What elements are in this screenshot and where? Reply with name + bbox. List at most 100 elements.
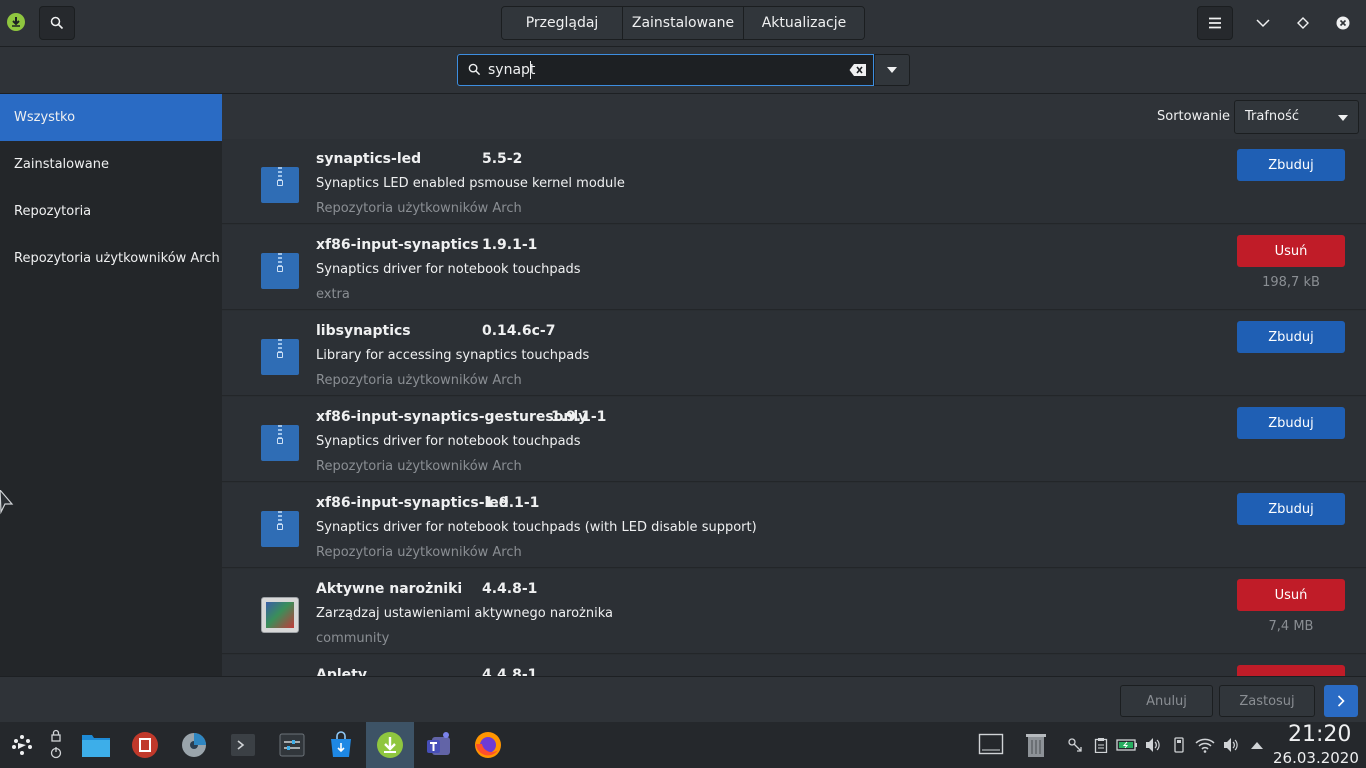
package-row[interactable]: synaptics-led 5.5-2 Synaptics LED enable… bbox=[222, 139, 1366, 224]
system-settings-icon[interactable] bbox=[276, 729, 308, 761]
tab-browse[interactable]: Przeglądaj bbox=[502, 7, 623, 39]
volume-icon[interactable] bbox=[1144, 736, 1162, 754]
search-input-value: synapt bbox=[488, 62, 536, 78]
search-icon bbox=[50, 16, 64, 30]
taskbar: 21:20 26.03.2020 bbox=[0, 722, 1366, 768]
close-icon bbox=[1336, 16, 1350, 30]
clear-text-icon[interactable] bbox=[849, 63, 867, 77]
chevron-down-icon bbox=[1256, 19, 1270, 28]
search-input[interactable]: synapt bbox=[457, 54, 874, 86]
action-bar: Anuluj Zastosuj bbox=[0, 676, 1366, 722]
package-description: Library for accessing synaptics touchpad… bbox=[316, 348, 590, 363]
package-name: xf86-input-synaptics bbox=[316, 237, 479, 253]
package-description: Zarządzaj ustawieniami aktywnego narożni… bbox=[316, 606, 613, 621]
mouse-cursor-icon bbox=[0, 490, 14, 515]
package-archive-icon bbox=[261, 253, 299, 289]
clipboard-icon[interactable] bbox=[1092, 736, 1110, 754]
sort-value: Trafność bbox=[1245, 109, 1300, 124]
pamac-task-icon[interactable] bbox=[374, 729, 406, 761]
tab-updates[interactable]: Aktualizacje bbox=[744, 7, 864, 39]
package-version: 4.4.8-1 bbox=[482, 581, 538, 597]
package-repo: Repozytoria użytkowników Arch bbox=[316, 459, 522, 474]
search-toggle-button[interactable] bbox=[39, 6, 75, 40]
firefox-icon[interactable] bbox=[472, 729, 504, 761]
package-size: 7,4 MB bbox=[1268, 619, 1314, 634]
package-version: 1.9.1-1 bbox=[482, 237, 538, 253]
view-tabs: Przeglądaj Zainstalowane Aktualizacje bbox=[501, 6, 865, 40]
package-version: 5.5-2 bbox=[482, 151, 523, 167]
package-version: 1.9.1-1 bbox=[484, 495, 540, 511]
package-archive-icon bbox=[261, 425, 299, 461]
package-row[interactable]: libsynaptics 0.14.6c-7 Library for acces… bbox=[222, 311, 1366, 396]
diamond-icon bbox=[1297, 17, 1309, 29]
sidebar-item-aur[interactable]: Repozytoria użytkowników Arch bbox=[0, 235, 222, 282]
next-button[interactable] bbox=[1324, 685, 1358, 717]
triangle-down-icon bbox=[887, 67, 897, 73]
office-icon[interactable] bbox=[129, 729, 161, 761]
pamac-logo-icon bbox=[7, 13, 25, 31]
usb-device-icon[interactable] bbox=[1170, 736, 1188, 754]
network-manager-icon[interactable] bbox=[1066, 736, 1084, 754]
package-description: Synaptics driver for notebook touchpads … bbox=[316, 520, 757, 535]
package-row[interactable]: Aktywne narożniki 4.4.8-1 Zarządzaj usta… bbox=[222, 569, 1366, 654]
package-description: Synaptics driver for notebook touchpads bbox=[316, 434, 581, 449]
sidebar: Wszystko Zainstalowane Repozytoria Repoz… bbox=[0, 94, 222, 676]
remove-button[interactable]: Usuń bbox=[1237, 579, 1345, 611]
package-row[interactable]: Aplety 4.4.8-1 bbox=[222, 655, 1366, 676]
audio-icon[interactable] bbox=[1222, 736, 1240, 754]
lock-logout-widget[interactable] bbox=[44, 729, 68, 761]
minimize-button[interactable] bbox=[1253, 13, 1273, 33]
clock-time[interactable]: 21:20 bbox=[1288, 722, 1351, 747]
sort-label: Sortowanie bbox=[1157, 109, 1231, 124]
sidebar-item-repositories[interactable]: Repozytoria bbox=[0, 188, 222, 235]
maximize-button[interactable] bbox=[1293, 13, 1313, 33]
build-button[interactable]: Zbuduj bbox=[1237, 321, 1345, 353]
file-manager-icon[interactable] bbox=[80, 729, 112, 761]
remove-button[interactable] bbox=[1237, 665, 1345, 676]
clock-date[interactable]: 26.03.2020 bbox=[1273, 749, 1359, 767]
package-description: Synaptics LED enabled psmouse kernel mod… bbox=[316, 176, 625, 191]
package-repo: Repozytoria użytkowników Arch bbox=[316, 545, 522, 560]
menu-button[interactable] bbox=[1197, 6, 1233, 40]
search-options-dropdown[interactable] bbox=[874, 54, 910, 86]
software-store-icon[interactable] bbox=[325, 729, 357, 761]
package-name: Aplety bbox=[316, 667, 367, 676]
build-button[interactable]: Zbuduj bbox=[1237, 407, 1345, 439]
trash-icon[interactable] bbox=[1024, 732, 1048, 758]
show-desktop-icon[interactable] bbox=[978, 733, 1004, 757]
package-archive-icon bbox=[261, 167, 299, 203]
close-button[interactable] bbox=[1333, 13, 1353, 33]
cancel-button[interactable]: Anuluj bbox=[1120, 685, 1213, 717]
apply-button[interactable]: Zastosuj bbox=[1219, 685, 1315, 717]
package-name: xf86-input-synaptics-led bbox=[316, 495, 509, 511]
wifi-icon[interactable] bbox=[1194, 736, 1216, 754]
teams-icon[interactable] bbox=[423, 729, 455, 761]
terminal-icon[interactable] bbox=[227, 729, 259, 761]
build-button[interactable]: Zbuduj bbox=[1237, 149, 1345, 181]
package-row[interactable]: xf86-input-synaptics 1.9.1-1 Synaptics d… bbox=[222, 225, 1366, 310]
package-row[interactable]: xf86-input-synaptics-gesturesonly 1.9.1-… bbox=[222, 397, 1366, 482]
screen-edges-icon bbox=[261, 597, 299, 633]
build-button[interactable]: Zbuduj bbox=[1237, 493, 1345, 525]
package-name: Aktywne narożniki bbox=[316, 581, 463, 597]
package-repo: Repozytoria użytkowników Arch bbox=[316, 373, 522, 388]
package-version: 1.9.1-1 bbox=[551, 409, 607, 425]
package-version: 0.14.6c-7 bbox=[482, 323, 556, 339]
sidebar-item-installed[interactable]: Zainstalowane bbox=[0, 141, 222, 188]
package-archive-icon bbox=[261, 339, 299, 375]
sidebar-item-all[interactable]: Wszystko bbox=[0, 94, 222, 141]
tab-installed[interactable]: Zainstalowane bbox=[623, 7, 744, 39]
text-caret bbox=[530, 61, 531, 79]
app-launcher-icon[interactable] bbox=[6, 729, 38, 761]
package-row[interactable]: xf86-input-synaptics-led 1.9.1-1 Synapti… bbox=[222, 483, 1366, 568]
battery-icon[interactable] bbox=[1116, 736, 1138, 754]
package-description: Synaptics driver for notebook touchpads bbox=[316, 262, 581, 277]
search-bar: synapt bbox=[0, 47, 1366, 94]
sort-bar: Sortowanie Trafność bbox=[222, 94, 1366, 139]
remove-button[interactable]: Usuń bbox=[1237, 235, 1345, 267]
package-size: 198,7 kB bbox=[1262, 275, 1320, 290]
disk-tool-icon[interactable] bbox=[178, 729, 210, 761]
tray-expand-icon[interactable] bbox=[1248, 736, 1266, 754]
sort-select[interactable]: Trafność bbox=[1234, 100, 1359, 134]
package-name: xf86-input-synaptics-gesturesonly bbox=[316, 409, 588, 425]
